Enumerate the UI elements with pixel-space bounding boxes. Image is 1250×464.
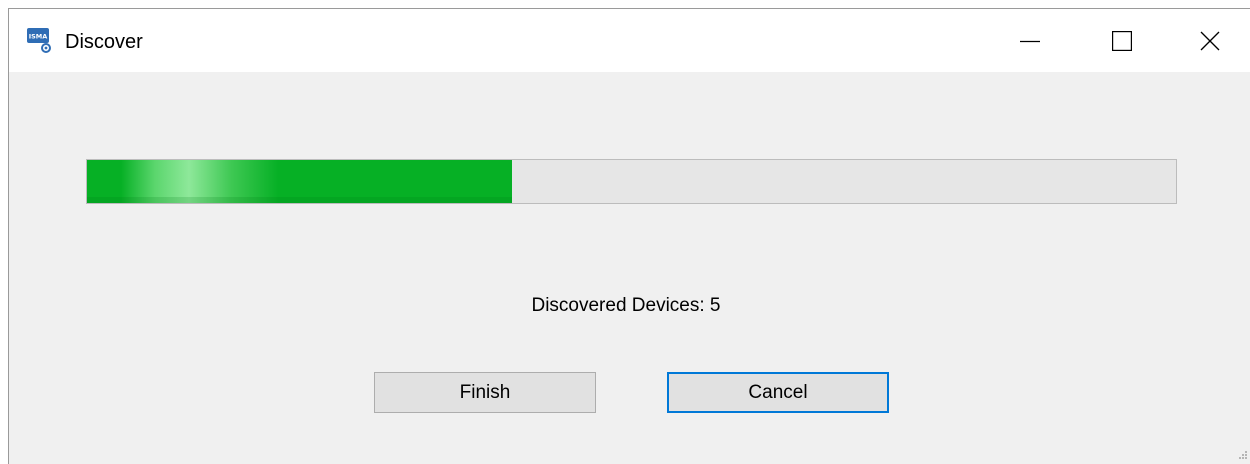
close-icon (1200, 31, 1220, 50)
cancel-button[interactable]: Cancel (667, 372, 889, 413)
title-bar[interactable]: ISMA Discover (9, 9, 1250, 72)
resize-grip-icon[interactable] (1236, 450, 1248, 462)
discovery-progress-bar (86, 159, 1177, 204)
maximize-icon (1112, 30, 1132, 51)
isma-app-icon: ISMA (27, 28, 51, 53)
progress-fill (87, 160, 512, 203)
app-icon-text: ISMA (29, 33, 48, 41)
maximize-button[interactable] (1076, 9, 1168, 72)
finish-button[interactable]: Finish (374, 372, 596, 413)
discovered-devices-label: Discovered Devices: 5 (531, 295, 721, 316)
minimize-button[interactable] (984, 9, 1076, 72)
close-button[interactable] (1164, 9, 1250, 72)
discover-window: ISMA Discover Discovered Devices: 5 Fini… (8, 8, 1250, 464)
minimize-icon (1020, 40, 1040, 42)
window-title: Discover (65, 31, 143, 53)
